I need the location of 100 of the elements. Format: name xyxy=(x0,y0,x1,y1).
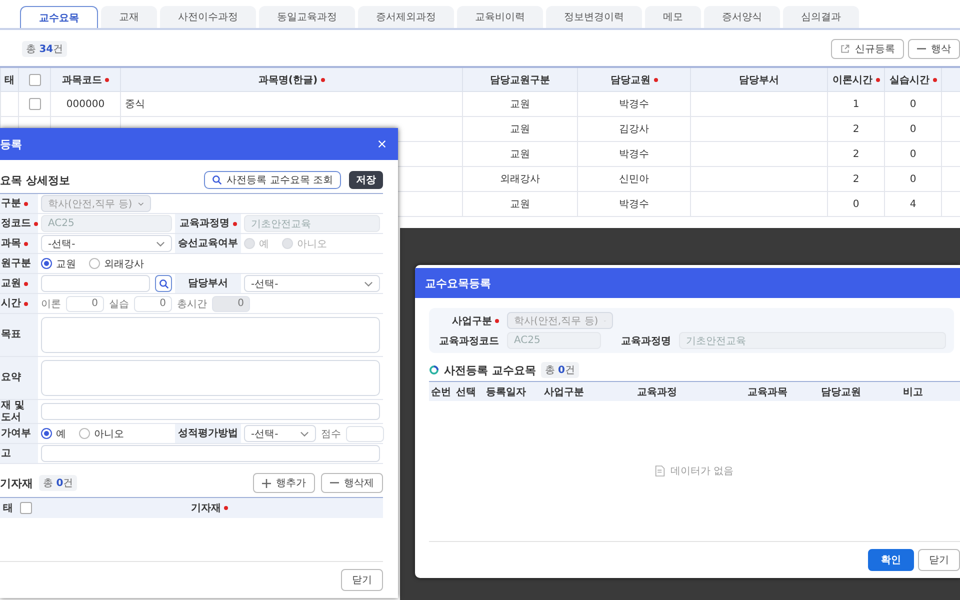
field-label: 점수 xyxy=(321,428,341,440)
field-label: 시간 xyxy=(1,298,21,310)
column-header: 등록일자 xyxy=(485,386,527,398)
input-field[interactable] xyxy=(41,403,380,420)
table-cell: 2 xyxy=(828,166,884,192)
count-badge: 총 0건 xyxy=(540,362,579,378)
column-header: 순번 xyxy=(430,386,452,398)
field-label: 교원 xyxy=(1,278,21,290)
field-label: 담당부서 xyxy=(188,278,228,290)
table-cell: 1 xyxy=(828,92,884,116)
field-label: 요약 xyxy=(1,372,21,384)
field-label: 고 xyxy=(1,448,11,460)
table-cell: 교원 xyxy=(462,192,578,216)
field-label: 과목 xyxy=(1,238,21,250)
new-record-button[interactable]: 신규등록 xyxy=(831,39,904,59)
checkbox[interactable] xyxy=(28,74,40,86)
search-icon xyxy=(158,278,168,288)
table-cell: 2 xyxy=(828,116,884,142)
column-header: 과목코드 xyxy=(62,74,102,86)
external-link-icon xyxy=(840,44,850,54)
search-button[interactable] xyxy=(155,275,172,292)
radio-label[interactable]: 예 xyxy=(56,426,66,440)
field-label: 원구분 xyxy=(1,258,31,270)
chevron-icon xyxy=(300,430,309,436)
empty-message: 데이터가 없음 xyxy=(670,465,734,478)
text-area[interactable] xyxy=(41,360,380,396)
radio-button[interactable] xyxy=(89,258,100,269)
delete-row-button[interactable]: 행삭제 xyxy=(321,473,383,493)
field-label: 교육과정명 xyxy=(180,218,230,230)
close-icon[interactable] xyxy=(378,140,386,148)
lookup-button[interactable]: 사전등록 교수요목 조회 xyxy=(204,171,341,189)
radio-label[interactable]: 교원 xyxy=(56,256,76,270)
table-cell: 김강사 xyxy=(578,116,690,142)
chevron-icon xyxy=(138,200,144,206)
section-title: 요목 상세정보 xyxy=(0,172,70,188)
checkbox[interactable] xyxy=(20,502,32,514)
field-label: 목표 xyxy=(1,329,21,341)
dialog-title: 교수요목등록 xyxy=(425,276,491,290)
radio-label[interactable]: 외래강사 xyxy=(104,256,144,270)
select-field[interactable]: -선택- xyxy=(244,425,316,442)
tab[interactable]: 교육비이력 xyxy=(457,6,543,28)
ring-icon xyxy=(429,365,439,375)
chevron-icon xyxy=(156,240,165,246)
select-field[interactable]: -선택- xyxy=(244,275,380,292)
column-header: 담당교원 xyxy=(820,386,862,398)
save-button[interactable]: 저장 xyxy=(349,171,383,189)
section-title: 사전등록 교수요목 xyxy=(444,362,536,378)
table-cell: 4 xyxy=(884,192,942,216)
delete-row-button[interactable]: 행삭 xyxy=(908,39,960,59)
tab[interactable]: 교수요목 xyxy=(20,6,98,28)
table-cell: 중식 xyxy=(120,92,462,116)
number-field[interactable]: 0 xyxy=(134,296,172,312)
chevron-icon xyxy=(364,280,373,286)
input-field[interactable] xyxy=(41,445,380,462)
column-header: 선택 xyxy=(455,386,477,398)
close-button[interactable]: 닫기 xyxy=(341,569,383,591)
tab[interactable]: 정보변경이력 xyxy=(546,6,642,28)
tab[interactable]: 심의결과 xyxy=(783,6,859,28)
search-icon xyxy=(212,175,222,185)
section-title: 기자재 xyxy=(0,476,33,490)
field-label: 가여부 xyxy=(1,428,31,440)
column-header: 이론시간 xyxy=(832,74,872,86)
table-cell: 000000 xyxy=(50,92,120,116)
radio-label[interactable]: 아니오 xyxy=(94,426,124,440)
add-row-button[interactable]: 행추가 xyxy=(253,473,315,493)
field-label: 총시간 xyxy=(177,298,207,310)
field-label: 승선교육여부 xyxy=(178,238,238,250)
close-button[interactable]: 닫기 xyxy=(918,549,960,571)
column-header: 과목명(한글) xyxy=(258,74,318,86)
radio-button[interactable] xyxy=(79,428,90,439)
column-header: 담당부서 xyxy=(739,74,779,86)
minus-icon xyxy=(917,48,926,50)
field-label: 사업구분 xyxy=(452,314,492,328)
checkbox[interactable] xyxy=(28,98,40,110)
confirm-button[interactable]: 확인 xyxy=(868,549,914,571)
number-field[interactable]: 0 xyxy=(66,296,104,312)
radio-button[interactable] xyxy=(41,428,52,439)
column-header: 기자재 xyxy=(191,503,221,514)
dialog-title: 등록 xyxy=(0,136,22,152)
field-label: 구분 xyxy=(1,198,21,210)
column-header: 담당교원 xyxy=(610,74,650,86)
text-area[interactable] xyxy=(41,317,380,353)
field-label: 교육과정명 xyxy=(621,334,671,348)
tab[interactable]: 동일교육과정 xyxy=(259,6,355,28)
table-cell: 박경수 xyxy=(578,92,690,116)
input-field[interactable] xyxy=(41,275,150,292)
column-header: 실습시간 xyxy=(890,74,930,86)
tab[interactable]: 사전이수과정 xyxy=(160,6,256,28)
tab[interactable]: 증서양식 xyxy=(704,6,780,28)
tab[interactable]: 증서제외과정 xyxy=(358,6,454,28)
table-cell: 교원 xyxy=(462,116,578,142)
count-badge: 총 34건 xyxy=(22,41,68,57)
tab[interactable]: 메모 xyxy=(645,6,701,28)
table-cell: 교원 xyxy=(462,92,578,116)
column-header: 태 xyxy=(4,74,14,86)
tab[interactable]: 교재 xyxy=(101,6,157,28)
radio-button[interactable] xyxy=(41,258,52,269)
number-field[interactable] xyxy=(346,426,384,442)
table-cell: 박경수 xyxy=(578,192,690,216)
select-field[interactable]: -선택- xyxy=(41,235,172,252)
